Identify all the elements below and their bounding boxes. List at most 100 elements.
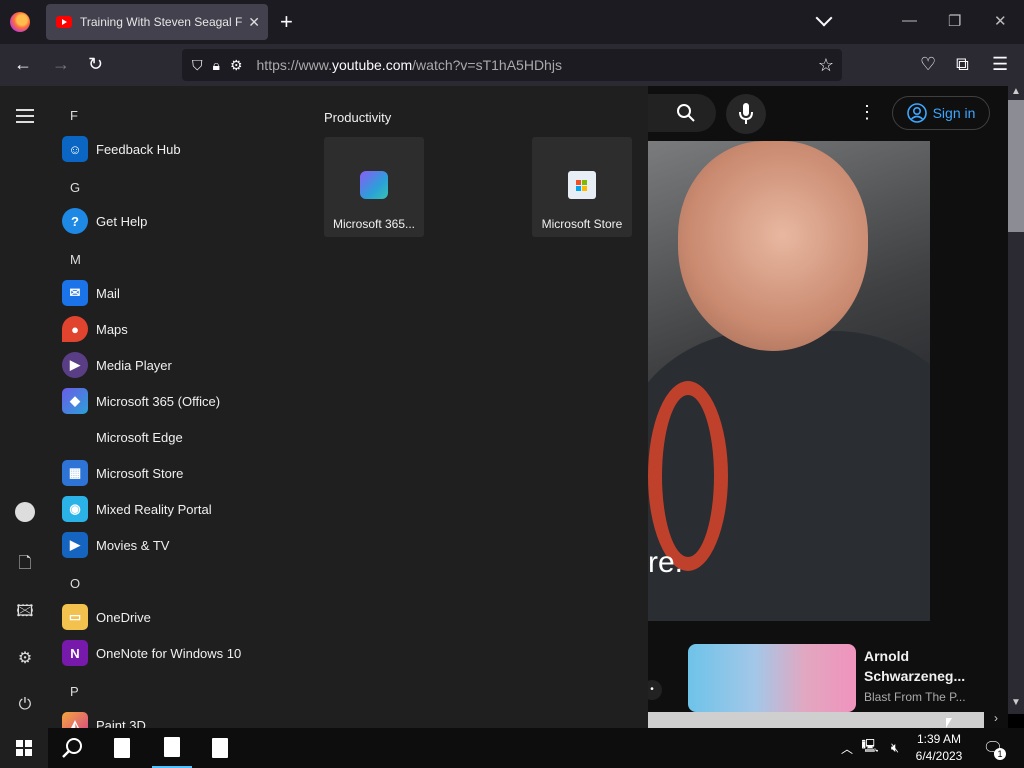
file-icon <box>212 738 228 758</box>
feedback-hub-icon: ☺ <box>62 136 88 162</box>
power-icon[interactable]: ⏻ <box>14 696 36 714</box>
search-button[interactable] <box>648 94 716 132</box>
firefox-menu-icon[interactable] <box>10 12 30 32</box>
sign-in-button[interactable]: Sign in <box>892 96 990 130</box>
recommended-video-channel[interactable]: Blast From The P... <box>864 690 966 704</box>
show-hidden-icons-chevron-icon[interactable]: ︿ <box>838 728 856 768</box>
tab-title: Training With Steven Seagal For <box>80 15 243 29</box>
pictures-icon[interactable]: 🖾 <box>14 600 36 627</box>
windows-logo-icon <box>16 740 32 756</box>
letter-header-p[interactable]: P <box>70 684 79 699</box>
get-help-icon: ? <box>62 208 88 234</box>
file-icon <box>114 738 130 758</box>
scroll-right-icon[interactable]: › <box>994 711 998 725</box>
url-text[interactable]: https://www.youtube.com/watch?v=sT1hA5HD… <box>257 57 562 73</box>
app-menu-icon[interactable]: ☰ <box>992 54 1008 75</box>
mail-icon: ✉ <box>62 280 88 306</box>
vertical-scrollbar-thumb[interactable] <box>1008 100 1024 232</box>
microsoft-365-icon: ◆ <box>62 388 88 414</box>
extensions-icon[interactable]: ⧉ <box>956 54 969 75</box>
taskbar-app-3[interactable] <box>200 728 240 768</box>
back-icon[interactable]: ← <box>14 54 32 75</box>
settings-icon[interactable]: ⚙ <box>14 648 36 668</box>
bookmark-star-icon[interactable]: ☆ <box>818 55 834 76</box>
app-maps[interactable]: ● Maps <box>62 312 128 346</box>
url-bar[interactable]: ⛉ 🔒︎ ⚙ https://www.youtube.com/watch?v=s… <box>182 49 842 81</box>
app-movies-tv[interactable]: ▶ Movies & TV <box>62 528 169 562</box>
video-player[interactable]: re. <box>648 141 930 621</box>
app-feedback-hub[interactable]: ☺ Feedback Hub <box>62 132 181 166</box>
tile-microsoft-365[interactable]: Microsoft 365... <box>324 137 424 237</box>
volume-muted-icon[interactable]: 🔇︎ <box>884 728 906 768</box>
lock-icon[interactable]: 🔒︎ <box>213 57 220 74</box>
network-icon[interactable]: 🖳 <box>860 728 880 768</box>
app-media-player[interactable]: ▶ Media Player <box>62 348 172 382</box>
voice-search-button[interactable] <box>726 94 766 134</box>
restore-icon[interactable]: ❐ <box>948 12 961 30</box>
sign-in-label: Sign in <box>932 105 976 121</box>
recommended-video-title[interactable]: Arnold Schwarzeneg... <box>864 646 974 686</box>
tile-microsoft-store[interactable]: Microsoft Store <box>532 137 632 237</box>
recommended-video-thumbnail[interactable] <box>688 644 856 712</box>
tile-group-title[interactable]: Productivity <box>324 110 391 125</box>
app-microsoft-edge[interactable]: Microsoft Edge <box>62 420 183 454</box>
system-clock[interactable]: 1:39 AM 6/4/2023 <box>912 731 966 765</box>
scroll-up-icon[interactable]: ▲ <box>1011 86 1021 97</box>
tab-close-icon[interactable]: ✕ <box>248 14 260 31</box>
video-frame-logo <box>648 381 728 571</box>
app-onenote[interactable]: N OneNote for Windows 10 <box>62 636 241 670</box>
paint-3d-icon: ◭ <box>62 712 88 728</box>
taskbar-app-2[interactable] <box>152 728 192 768</box>
microsoft-365-tile-icon <box>360 171 388 199</box>
user-account-icon[interactable] <box>14 502 36 527</box>
file-icon <box>164 737 180 757</box>
app-paint-3d[interactable]: ◭ Paint 3D <box>62 708 146 728</box>
minimize-icon[interactable]: — <box>902 12 917 29</box>
search-taskbar-button[interactable] <box>52 728 92 768</box>
movies-tv-icon: ▶ <box>62 532 88 558</box>
onenote-icon: N <box>62 640 88 666</box>
forward-icon[interactable]: → <box>52 54 70 75</box>
account-icon <box>906 103 927 123</box>
media-player-icon: ▶ <box>62 352 88 378</box>
mouse-cursor <box>946 718 952 728</box>
more-options-icon[interactable]: ⋮ <box>858 102 876 123</box>
app-microsoft-365[interactable]: ◆ Microsoft 365 (Office) <box>62 384 220 418</box>
mixed-reality-icon: ◉ <box>62 496 88 522</box>
onedrive-folder-icon: ▭ <box>62 604 88 630</box>
scroll-down-icon[interactable]: ▼ <box>1011 697 1021 708</box>
letter-header-o[interactable]: O <box>70 576 80 591</box>
store-bag-icon: ▦ <box>62 460 88 486</box>
expand-menu-icon[interactable] <box>16 109 34 127</box>
pocket-icon[interactable]: ♡ <box>920 54 936 75</box>
letter-header-m[interactable]: M <box>70 252 81 267</box>
tab-active[interactable]: Training With Steven Seagal For ✕ <box>46 4 268 40</box>
search-icon <box>677 104 695 122</box>
new-tab-icon[interactable]: + <box>280 9 293 35</box>
app-mail[interactable]: ✉ Mail <box>62 276 120 310</box>
shield-icon[interactable]: ⛉ <box>192 57 203 74</box>
reload-icon[interactable]: ↻ <box>88 54 103 75</box>
app-get-help[interactable]: ? Get Help <box>62 204 147 238</box>
maps-icon: ● <box>62 316 88 342</box>
video-caption: re. <box>648 546 684 579</box>
horizontal-scrollbar[interactable] <box>648 712 984 728</box>
documents-icon[interactable]: 🗋 <box>14 552 36 579</box>
taskbar-app-1[interactable] <box>102 728 142 768</box>
window-close-icon[interactable]: ✕ <box>994 12 1007 30</box>
permissions-icon[interactable]: ⚙ <box>230 57 243 74</box>
edge-icon <box>62 424 88 450</box>
start-menu: 🗋 🖾 ⚙ ⏻ F ☺ Feedback Hub G ? Get Help M ✉ M… <box>0 86 648 728</box>
start-button[interactable] <box>0 728 48 768</box>
notifications-icon[interactable]: 🗨︎ 1 <box>978 728 1008 768</box>
letter-header-g[interactable]: G <box>70 180 80 195</box>
clock-date: 6/4/2023 <box>915 749 963 763</box>
app-mixed-reality-portal[interactable]: ◉ Mixed Reality Portal <box>62 492 212 526</box>
store-tile-icon <box>568 171 596 199</box>
letter-header-f[interactable]: F <box>70 108 78 123</box>
microphone-icon <box>739 103 753 124</box>
clock-time: 1:39 AM <box>916 732 962 746</box>
app-microsoft-store[interactable]: ▦ Microsoft Store <box>62 456 183 490</box>
notification-count-badge: 1 <box>994 748 1006 760</box>
app-onedrive[interactable]: ▭ OneDrive <box>62 600 151 634</box>
